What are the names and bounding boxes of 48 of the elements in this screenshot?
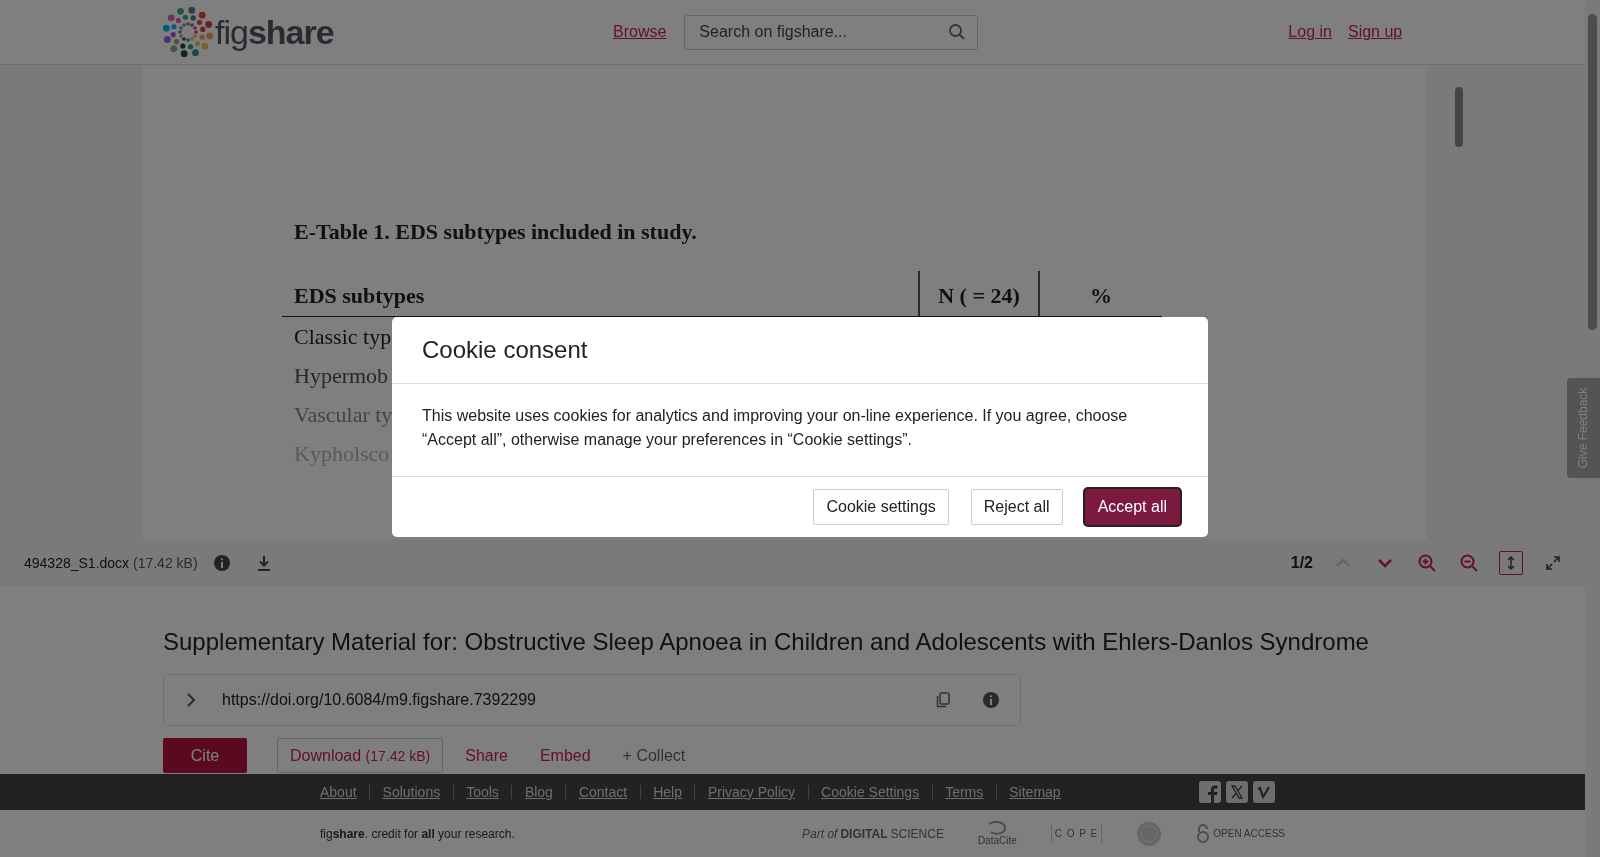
logo-icon[interactable] xyxy=(163,7,213,57)
dialog-title: Cookie consent xyxy=(422,336,588,364)
footer-link[interactable]: Cookie Settings xyxy=(821,784,920,800)
scrollbar-thumb[interactable] xyxy=(1455,87,1463,147)
accept-button[interactable]: Accept all xyxy=(1084,489,1180,525)
search-field[interactable]: Search on figshare... xyxy=(684,14,979,50)
item-title: Supplementary Material for: Obstructive Sleep Apnoea in Children and Adolescents with Ehlers-Danlos Syndrome xyxy=(163,628,1370,656)
footer-link[interactable]: About xyxy=(320,784,357,800)
footer-link[interactable]: Terms xyxy=(945,784,984,800)
footer-link[interactable]: Contact xyxy=(578,784,628,800)
x-icon[interactable] xyxy=(1225,781,1248,803)
table-cell: Hypermob xyxy=(294,363,389,388)
footer-link[interactable]: Help xyxy=(653,784,682,800)
share-link[interactable]: Share xyxy=(455,746,518,765)
vimeo-icon[interactable] xyxy=(1252,781,1275,803)
cite-button[interactable]: Cite xyxy=(163,738,247,773)
facebook-icon[interactable] xyxy=(1198,781,1221,803)
partner-logo[interactable]: Part of DIGITALSCIENCE xyxy=(802,826,944,841)
chevron-right-icon[interactable] xyxy=(184,691,198,709)
footer-link[interactable]: Tools xyxy=(466,784,499,800)
info-icon[interactable] xyxy=(982,691,1000,709)
partner-logo[interactable]: C O P E xyxy=(1050,824,1103,843)
file-name: 494328_S1.docx (17.42 kB) xyxy=(24,555,198,571)
footer-link[interactable]: Solutions xyxy=(382,784,441,800)
dialog-button[interactable]: Reject all xyxy=(970,489,1063,525)
fit-height-icon[interactable] xyxy=(1499,551,1523,575)
table-cell: Classic typ xyxy=(294,324,392,349)
logo-text[interactable]: figshare xyxy=(215,12,334,52)
download-button[interactable]: Download (17.42 kB) xyxy=(277,738,444,773)
page-indicator: 1/2 xyxy=(1290,554,1313,572)
embed-link[interactable]: Embed xyxy=(529,746,601,765)
table-cell: Vascular ty xyxy=(294,402,393,427)
footer-link[interactable]: Privacy Policy xyxy=(707,784,796,800)
auth-link[interactable]: Log in xyxy=(1288,23,1332,41)
dialog-button[interactable]: Cookie settings xyxy=(813,489,949,525)
search-icon[interactable] xyxy=(948,22,967,41)
footer-link[interactable]: Sitemap xyxy=(1009,784,1061,800)
footer-tagline: figshare. credit for all your research. xyxy=(320,826,515,841)
copy-icon[interactable] xyxy=(934,691,952,709)
auth-link[interactable]: Sign up xyxy=(1347,23,1403,41)
footer-link[interactable]: Blog xyxy=(524,784,553,800)
table-caption: E-Table 1. EDS subtypes included in study. xyxy=(294,219,698,245)
browse-link[interactable]: Browse xyxy=(613,23,667,41)
doi-link[interactable]: https://doi.org/10.6084/m9.figshare.7392299 xyxy=(222,691,536,709)
partner-logo[interactable]: DataCite xyxy=(977,821,1017,846)
partner-logo[interactable]: OPEN ACCESS xyxy=(1196,823,1285,844)
dialog-text: This website uses cookies for analytics and improving your on-line experience. If you agree, choose “Accept all”, otherwise manage your preferences in “Cookie settings”. xyxy=(422,406,1129,450)
collect-link[interactable]: + Collect xyxy=(612,746,696,765)
